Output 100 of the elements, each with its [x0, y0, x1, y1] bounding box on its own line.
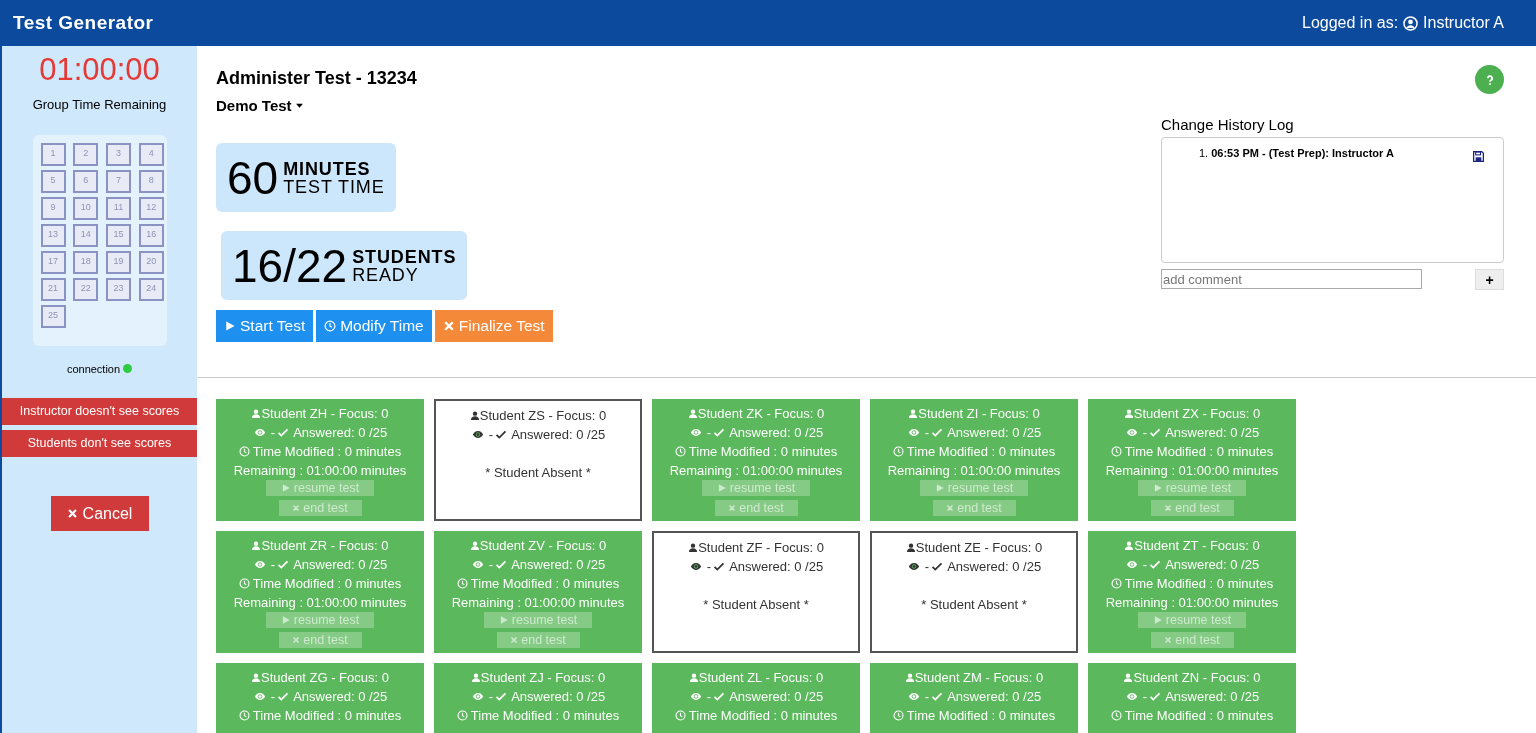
separator-text: -	[488, 556, 494, 574]
question-box[interactable]: 2	[73, 142, 99, 166]
stat-unit: MINUTES	[283, 159, 372, 178]
question-box[interactable]: 13	[40, 223, 66, 247]
history-entry: 06:53 PM - (Test Prep): Instructor A	[1211, 145, 1394, 161]
question-box[interactable]: 8	[138, 169, 164, 193]
resume-test-button[interactable]: resume test	[920, 480, 1028, 496]
play-icon	[280, 483, 291, 493]
student-name: Student ZR - Focus: 0	[261, 537, 389, 555]
clock-icon	[892, 710, 904, 721]
question-box[interactable]: 23	[106, 277, 131, 301]
question-box[interactable]: 21	[40, 277, 66, 301]
eye-icon	[688, 561, 703, 572]
question-box[interactable]: 14	[73, 223, 99, 247]
clock-icon	[674, 446, 686, 457]
user-icon	[1123, 672, 1134, 683]
question-box[interactable]: 5	[40, 169, 66, 193]
end-test-button[interactable]: end test	[714, 500, 798, 516]
answered-count: Answered: 0 /25	[293, 424, 388, 442]
question-box[interactable]: 12	[138, 196, 164, 220]
time-modified: Time Modified : 0 minutes	[470, 575, 620, 593]
answered-count: Answered: 0 /25	[511, 426, 606, 444]
separator-text: -	[1142, 556, 1148, 574]
save-icon[interactable]	[1472, 149, 1485, 163]
question-box[interactable]: 18	[73, 250, 99, 274]
finalize-test-button[interactable]: Finalize Test	[434, 310, 553, 342]
eye-icon	[906, 561, 921, 572]
question-box[interactable]: 7	[106, 169, 131, 193]
time-remaining: Remaining : 01:00:00 minutes	[887, 462, 1061, 480]
question-box[interactable]: 22	[73, 277, 99, 301]
question-box[interactable]: 4	[138, 142, 164, 166]
question-box[interactable]: 10	[73, 196, 99, 220]
entry-number: 1.	[1199, 145, 1209, 161]
check-icon	[713, 561, 726, 572]
time-remaining: Remaining : 01:00:00 minutes	[233, 462, 407, 480]
resume-test-button[interactable]: resume test	[266, 612, 374, 628]
play-icon	[934, 483, 945, 493]
question-box[interactable]: 1	[40, 142, 66, 166]
answered-count: Answered: 0 /25	[729, 688, 824, 706]
answered-count: Answered: 0 /25	[947, 688, 1042, 706]
absent-note: * Student Absent *	[921, 596, 1027, 614]
eye-icon	[688, 427, 703, 438]
resume-test-button[interactable]: resume test	[484, 612, 592, 628]
check-icon	[1149, 427, 1162, 438]
modify-test-button[interactable]: Modify Time	[316, 310, 432, 342]
comment-input[interactable]: add comment	[1161, 269, 1422, 289]
question-box[interactable]: 9	[40, 196, 66, 220]
close-icon	[442, 320, 455, 332]
user-icon	[688, 672, 699, 683]
answered-count: Answered: 0 /25	[1165, 424, 1260, 442]
resume-test-button[interactable]: resume test	[266, 480, 374, 496]
check-icon	[1149, 559, 1162, 570]
stat-unit: STUDENTS	[352, 247, 457, 266]
question-box[interactable]: 19	[106, 250, 131, 274]
check-icon	[277, 427, 290, 438]
add-comment-button[interactable]: +	[1475, 268, 1504, 290]
end-test-button[interactable]: end test	[496, 632, 580, 648]
check-icon	[277, 559, 290, 570]
end-test-button[interactable]: end test	[1150, 500, 1234, 516]
question-box[interactable]: 16	[138, 223, 164, 247]
eye-icon	[906, 691, 921, 702]
separator-text: -	[270, 556, 276, 574]
start-test-button[interactable]: Start Test	[216, 310, 314, 342]
resume-test-button[interactable]: resume test	[1138, 612, 1246, 628]
end-test-button[interactable]: end test	[1150, 632, 1234, 648]
clock-icon	[324, 320, 337, 332]
clock-icon	[238, 446, 250, 457]
user-icon	[470, 672, 481, 683]
resume-test-button[interactable]: resume test	[1138, 480, 1246, 496]
time-modified: Time Modified : 0 minutes	[688, 707, 838, 725]
check-icon	[713, 691, 726, 702]
student-name: Student ZX - Focus: 0	[1133, 405, 1261, 423]
student-name: Student ZK - Focus: 0	[697, 405, 825, 423]
student-name: Student ZF - Focus: 0	[698, 539, 824, 557]
resume-test-button[interactable]: resume test	[702, 480, 810, 496]
question-box[interactable]: 17	[40, 250, 66, 274]
help-button[interactable]	[1475, 65, 1504, 94]
separator-text: -	[706, 558, 712, 576]
time-modified: Time Modified : 0 minutes	[906, 707, 1056, 725]
score-visibility-notice: Students don't see scores	[2, 430, 197, 457]
play-icon	[224, 320, 236, 332]
question-box[interactable]: 3	[106, 142, 131, 166]
user-name[interactable]: Instructor A	[1423, 11, 1504, 35]
question-box[interactable]: 11	[106, 196, 131, 220]
question-box[interactable]: 25	[40, 304, 66, 328]
user-icon	[1123, 408, 1134, 419]
question-box[interactable]: 15	[106, 223, 131, 247]
answered-count: Answered: 0 /25	[729, 424, 824, 442]
question-box[interactable]: 24	[138, 277, 164, 301]
separator-text: -	[924, 688, 930, 706]
question-box[interactable]: 20	[138, 250, 164, 274]
eye-icon	[1124, 559, 1139, 570]
end-test-button[interactable]: end test	[278, 632, 362, 648]
time-modified: Time Modified : 0 minutes	[252, 575, 402, 593]
cancel-button[interactable]: Cancel	[50, 496, 149, 531]
end-test-button[interactable]: end test	[932, 500, 1016, 516]
end-test-button[interactable]: end test	[278, 500, 362, 516]
play-icon	[1152, 483, 1163, 493]
question-box[interactable]: 6	[73, 169, 99, 193]
test-dropdown[interactable]: Demo Test	[216, 94, 304, 117]
